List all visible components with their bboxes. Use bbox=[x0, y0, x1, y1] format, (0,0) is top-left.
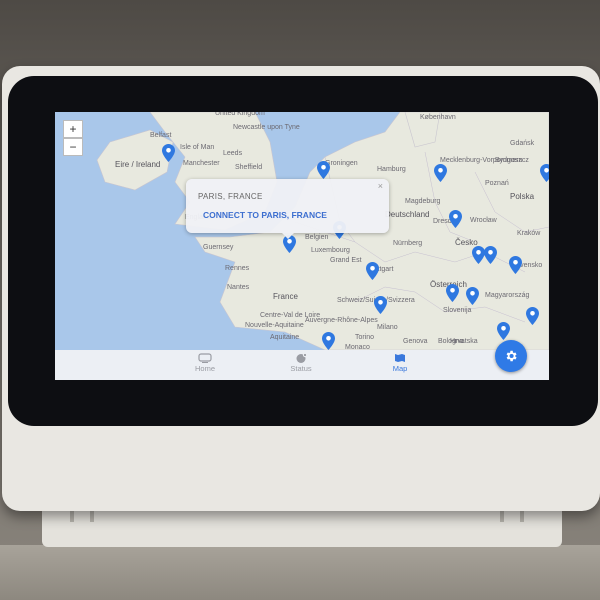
nav-item-map[interactable]: Map bbox=[370, 353, 430, 373]
location-popup: × PARIS, FRANCE CONNECT TO PARIS, FRANCE bbox=[186, 179, 389, 239]
map-label: Luxembourg bbox=[311, 247, 350, 254]
map-label: Wrocław bbox=[470, 217, 497, 224]
map-label: Auvergne-Rhône-Alpes bbox=[305, 317, 378, 324]
location-pin-icon[interactable] bbox=[445, 284, 459, 302]
location-pin-icon[interactable] bbox=[321, 332, 335, 350]
zoom-in-button[interactable]: + bbox=[63, 120, 83, 138]
map-label: Bydgoszcz bbox=[495, 157, 529, 164]
device-stand bbox=[42, 505, 562, 547]
shelf bbox=[0, 545, 600, 600]
globe-icon bbox=[296, 353, 307, 363]
map-label: Magyarország bbox=[485, 292, 530, 299]
map-label: Grand Est bbox=[330, 257, 362, 264]
location-pin-icon[interactable] bbox=[161, 144, 175, 162]
location-pin-icon[interactable] bbox=[373, 296, 387, 314]
map-label: Magdeburg bbox=[405, 198, 441, 205]
nav-label: Status bbox=[290, 364, 312, 373]
map-label: Polska bbox=[510, 192, 535, 201]
map-label: Newcastle upon Tyne bbox=[233, 124, 300, 131]
screen: Belfast Isle of Man Eire / Ireland Manchest… bbox=[55, 112, 549, 380]
nav-label: Map bbox=[392, 364, 408, 373]
map-label: Rennes bbox=[225, 265, 250, 272]
zoom-out-button[interactable]: − bbox=[63, 138, 83, 156]
map-label: Milano bbox=[377, 324, 398, 331]
nav-item-status[interactable]: Status bbox=[271, 353, 331, 373]
map-label: United Kingdom bbox=[215, 112, 265, 117]
location-pin-icon[interactable] bbox=[465, 287, 479, 305]
map-icon bbox=[395, 354, 405, 362]
map-label: Genova bbox=[403, 338, 428, 345]
map-label: Eire / Ireland bbox=[115, 160, 161, 169]
map-label: Belfast bbox=[150, 132, 172, 139]
location-pin-icon[interactable] bbox=[316, 161, 330, 179]
map-label: Deutschland bbox=[385, 210, 430, 219]
map-label: Groningen bbox=[325, 160, 358, 167]
nav-label: Home bbox=[194, 364, 215, 373]
connect-link[interactable]: CONNECT TO PARIS, FRANCE bbox=[203, 210, 327, 220]
location-pin-icon[interactable] bbox=[496, 322, 510, 340]
location-pin-icon[interactable] bbox=[483, 246, 497, 264]
map-label: Sheffield bbox=[235, 164, 263, 171]
settings-button[interactable] bbox=[495, 340, 527, 372]
map-label: Slovenija bbox=[443, 307, 472, 314]
location-pin-icon[interactable] bbox=[508, 256, 522, 274]
location-pin-icon[interactable] bbox=[365, 262, 379, 280]
map-label: France bbox=[273, 292, 298, 301]
map-label: Isle of Man bbox=[180, 144, 215, 151]
location-pin-icon[interactable] bbox=[448, 210, 462, 228]
gear-icon bbox=[506, 350, 517, 362]
bottom-nav: Home Status Map bbox=[55, 350, 549, 380]
map-label: Hamburg bbox=[377, 166, 406, 173]
nav-item-home[interactable]: Home bbox=[175, 353, 235, 373]
map-label: Leeds bbox=[223, 150, 243, 157]
map-label: Belgien bbox=[305, 234, 329, 241]
map-label: Bologna bbox=[438, 338, 464, 345]
map-label: Kraków bbox=[517, 230, 541, 237]
map-label: Torino bbox=[355, 334, 375, 341]
map-label: Guernsey bbox=[203, 244, 234, 251]
map-label: København bbox=[420, 114, 456, 121]
map-label: Aquitaine bbox=[270, 334, 300, 341]
location-pin-icon[interactable] bbox=[433, 164, 447, 182]
popup-close-button[interactable]: × bbox=[378, 181, 383, 191]
map-label: Gdańsk bbox=[510, 140, 535, 147]
location-pin-icon[interactable] bbox=[525, 307, 539, 325]
map-label: Nürnberg bbox=[393, 240, 423, 247]
map-label: Poznań bbox=[485, 180, 509, 187]
map-label: Nouvelle-Aquitaine bbox=[245, 322, 304, 329]
map-label: Nantes bbox=[227, 284, 250, 291]
tv-icon bbox=[198, 353, 212, 363]
map-label: Manchester bbox=[183, 160, 220, 167]
location-pin-icon[interactable] bbox=[539, 164, 549, 182]
popup-title: PARIS, FRANCE bbox=[198, 192, 263, 201]
